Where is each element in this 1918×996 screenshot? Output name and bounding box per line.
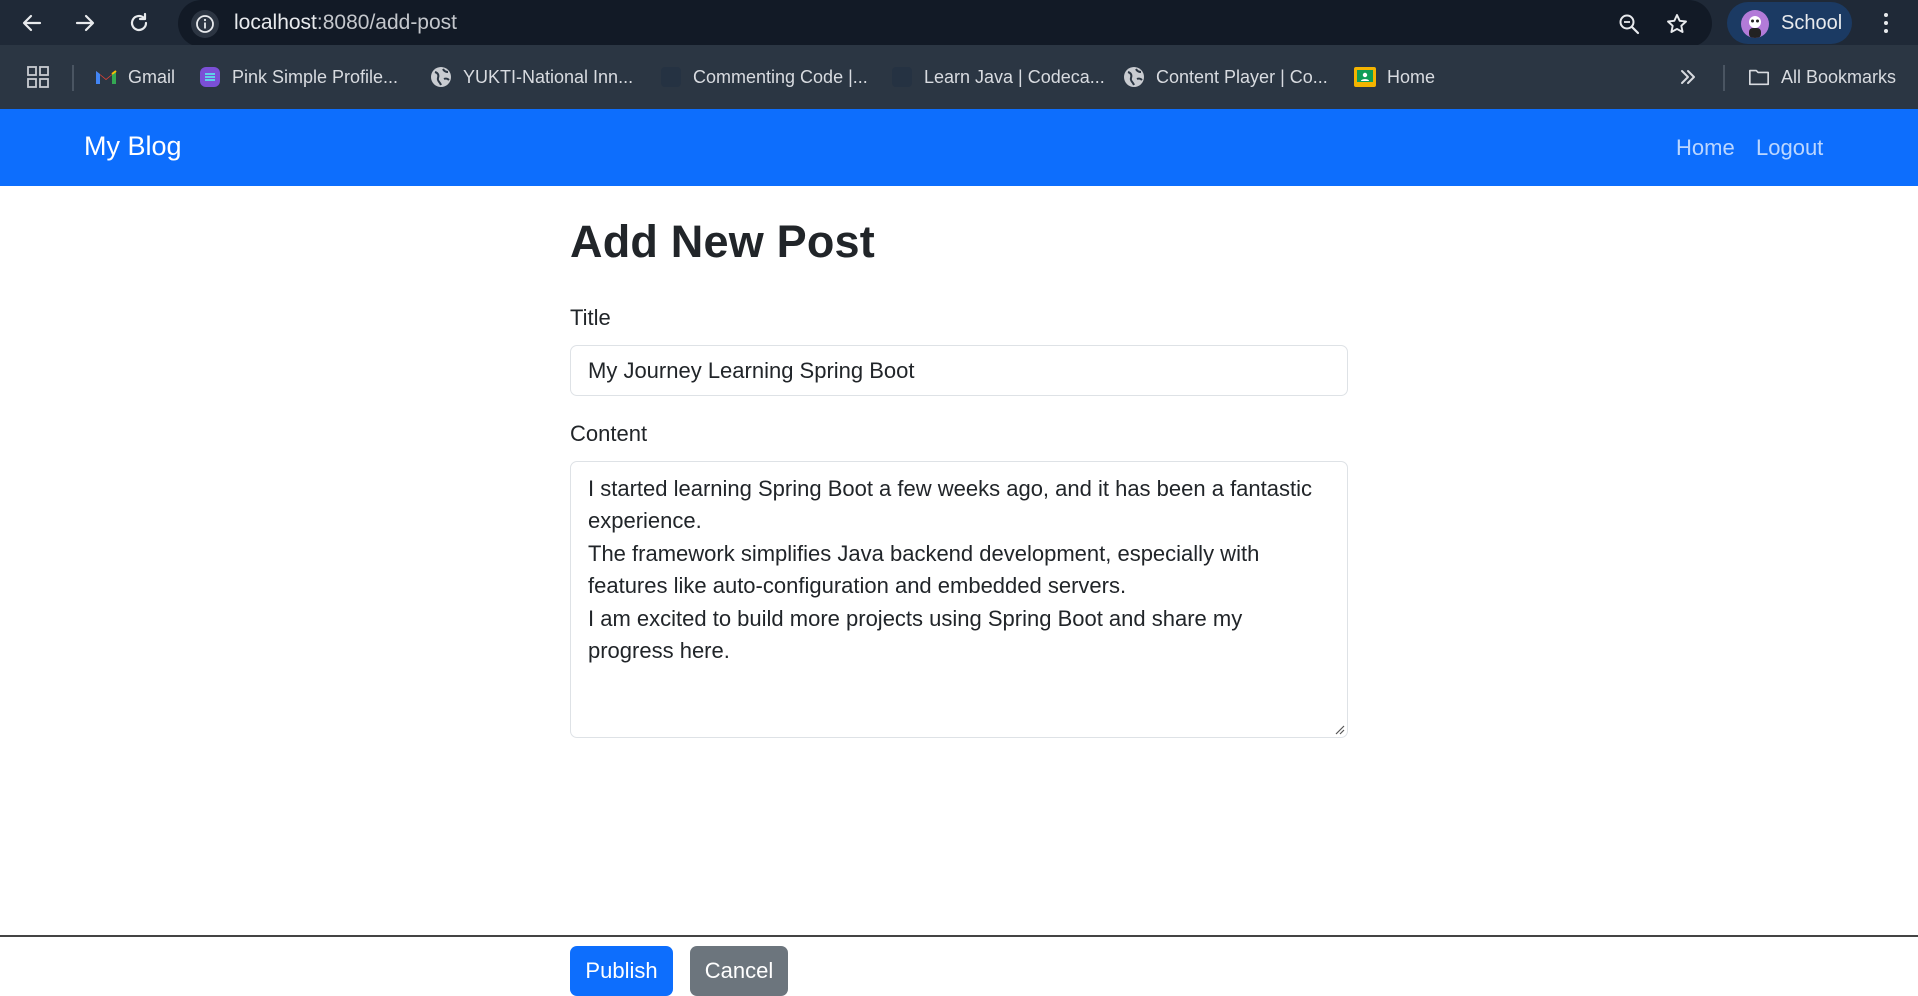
bookmark-label: Content Player | Co...: [1156, 66, 1328, 87]
bookmark-home[interactable]: Home: [1354, 62, 1435, 92]
site-navbar: My Blog Home Logout: [0, 109, 1918, 186]
browser-toolbar: localhost:8080/add-post School: [0, 0, 1918, 47]
star-icon: [1667, 14, 1687, 33]
url-text[interactable]: localhost:8080/add-post: [234, 11, 457, 35]
bookmark-label: Gmail: [128, 66, 176, 87]
content-paragraph: The framework simplifies Java backend de…: [588, 540, 1260, 599]
classroom-icon: [1354, 66, 1376, 88]
profile-label: School: [1781, 12, 1843, 34]
bookmark-label: Learn Java | Codeca...: [924, 66, 1105, 87]
title-label: Title: [570, 305, 611, 330]
bookmark-label: YUKTI-National Inn...: [463, 66, 634, 87]
folder-icon: [1748, 66, 1770, 88]
url-path: :8080/add-post: [316, 11, 457, 34]
bookmark-label: Home: [1387, 66, 1436, 87]
zoom-button[interactable]: [1614, 9, 1644, 39]
nav-link-home[interactable]: Home: [1676, 135, 1735, 161]
content-paragraph: I am excited to build more projects usin…: [588, 605, 1243, 664]
zoom-icon: [1619, 14, 1640, 35]
globe-icon: [1123, 66, 1145, 88]
publish-button[interactable]: Publish: [570, 946, 673, 996]
brand-link[interactable]: My Blog: [84, 131, 182, 162]
forward-button[interactable]: [68, 6, 102, 40]
page-title: Add New Post: [570, 216, 875, 267]
canva-icon: [199, 66, 221, 88]
bookmark-label: Commenting Code |...: [693, 66, 868, 87]
apps-grid-icon: [27, 66, 49, 88]
reload-icon: [130, 12, 148, 32]
arrow-left-icon: [22, 14, 42, 32]
site-info-button[interactable]: [191, 10, 219, 38]
address-bar[interactable]: localhost:8080/add-post: [178, 0, 1712, 47]
bookmark-gmail[interactable]: Gmail: [95, 62, 175, 92]
arrow-right-icon: [75, 14, 95, 32]
reload-button[interactable]: [122, 6, 156, 40]
bookmark-yukti[interactable]: YUKTI-National Inn...: [430, 62, 633, 92]
content-paragraph: I started learning Spring Boot a few wee…: [588, 476, 1313, 534]
bookmark-learn-java[interactable]: Learn Java | Codeca...: [891, 62, 1105, 92]
profile-button[interactable]: School: [1727, 2, 1852, 44]
nav-link-logout[interactable]: Logout: [1756, 135, 1823, 161]
bookmarks-divider: [1723, 65, 1725, 91]
cancel-button[interactable]: Cancel: [690, 946, 788, 996]
bookmarks-divider: [72, 65, 74, 91]
resize-handle-icon[interactable]: [1333, 723, 1345, 735]
bookmark-content-player[interactable]: Content Player | Co...: [1123, 62, 1328, 92]
gmail-icon: [95, 66, 117, 88]
bookmark-label: Pink Simple Profile...: [232, 66, 399, 87]
info-icon: [196, 15, 214, 33]
globe-icon: [430, 66, 452, 88]
content-label: Content: [570, 421, 648, 446]
more-vertical-icon: [1884, 13, 1888, 17]
browser-menu-button[interactable]: [1876, 8, 1896, 38]
bookmark-pink-simple-profile[interactable]: Pink Simple Profile...: [199, 62, 398, 92]
bookmark-commenting-code[interactable]: Commenting Code |...: [660, 62, 868, 92]
bookmark-star-button[interactable]: [1662, 9, 1692, 39]
apps-button[interactable]: [26, 62, 50, 92]
back-button[interactable]: [15, 6, 49, 40]
all-bookmarks-label: All Bookmarks: [1781, 66, 1897, 87]
title-input[interactable]: My Journey Learning Spring Boot: [570, 345, 1348, 396]
all-bookmarks-button[interactable]: All Bookmarks: [1748, 62, 1896, 92]
double-chevron-right-icon: [1681, 70, 1695, 84]
bookmarks-bar: Gmail Pink Simple Profile... YUKTI-Natio…: [0, 45, 1918, 109]
bookmarks-overflow-button[interactable]: [1678, 62, 1698, 92]
content-textarea[interactable]: I started learning Spring Boot a few wee…: [570, 461, 1348, 738]
codecademy-icon: [660, 66, 682, 88]
avatar: [1741, 10, 1769, 38]
url-host: localhost: [234, 11, 317, 34]
codecademy-icon: [891, 66, 913, 88]
